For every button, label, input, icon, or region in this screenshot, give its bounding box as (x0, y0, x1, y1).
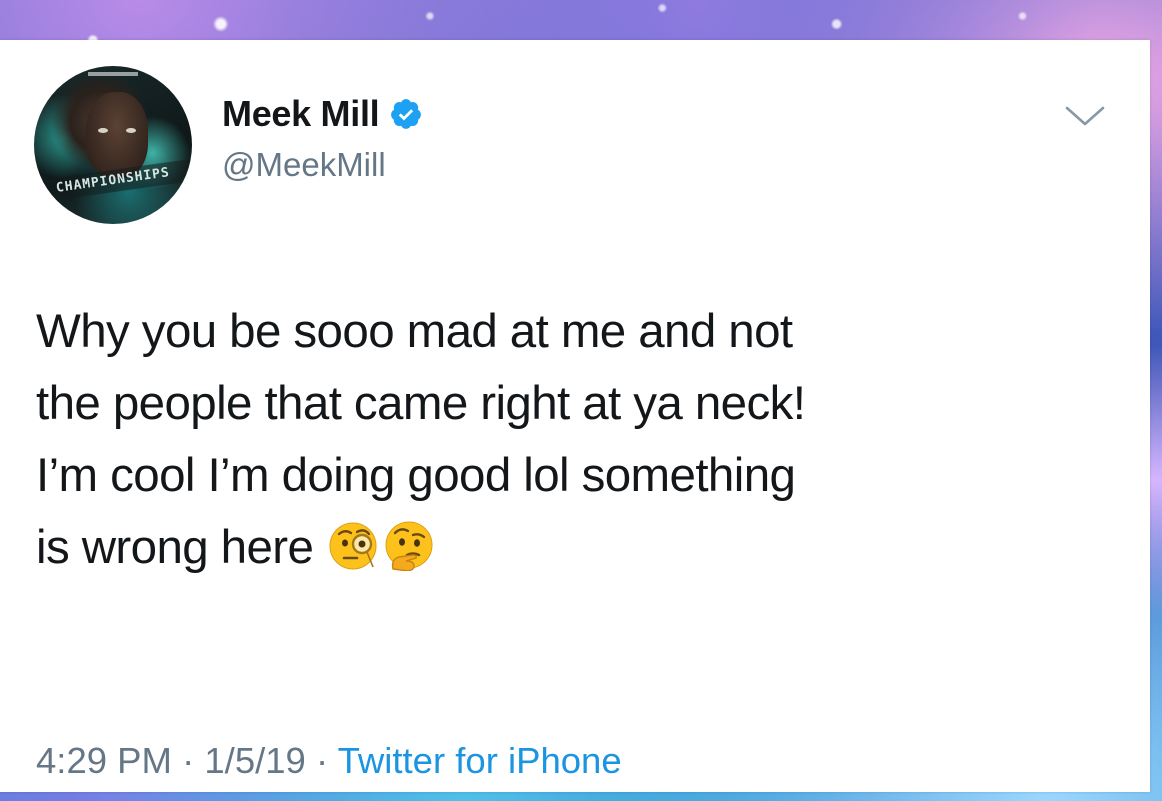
verified-badge-icon (391, 99, 422, 129)
tweet-text-fragment: is wrong here (36, 521, 314, 574)
author-name-row: Meek Mill (222, 92, 423, 136)
meta-separator: · (171, 740, 205, 781)
avatar-tag (88, 72, 138, 76)
tweet-card: CHAMPIONSHIPS Meek Mill @MeekMill Why yo… (0, 40, 1150, 792)
chevron-down-icon[interactable] (1064, 104, 1106, 128)
tweet-source-link[interactable]: Twitter for iPhone (338, 740, 622, 781)
tweet-text-line: I’m cool I’m doing good lol something (36, 449, 796, 502)
meta-separator: · (305, 740, 338, 781)
avatar-face (86, 92, 148, 178)
avatar-eye (98, 128, 108, 133)
user-handle[interactable]: @MeekMill (222, 146, 386, 184)
tweet-text: Why you be sooo mad at me and not the pe… (36, 296, 1126, 584)
thinking-face-icon (385, 521, 433, 571)
tweet-date[interactable]: 1/5/19 (204, 740, 305, 781)
face-with-monocle-icon (329, 522, 377, 570)
display-name[interactable]: Meek Mill (222, 93, 380, 135)
tweet-text-line: Why you be sooo mad at me and not (36, 305, 793, 358)
avatar[interactable]: CHAMPIONSHIPS (34, 66, 192, 224)
tweet-metadata: 4:29 PM · 1/5/19 · Twitter for iPhone (36, 740, 622, 782)
avatar-eye (126, 128, 136, 133)
tweet-time[interactable]: 4:29 PM (36, 740, 172, 781)
tweet-text-line-last: is wrong here (36, 512, 1126, 584)
tweet-text-line: the people that came right at ya neck! (36, 377, 806, 430)
